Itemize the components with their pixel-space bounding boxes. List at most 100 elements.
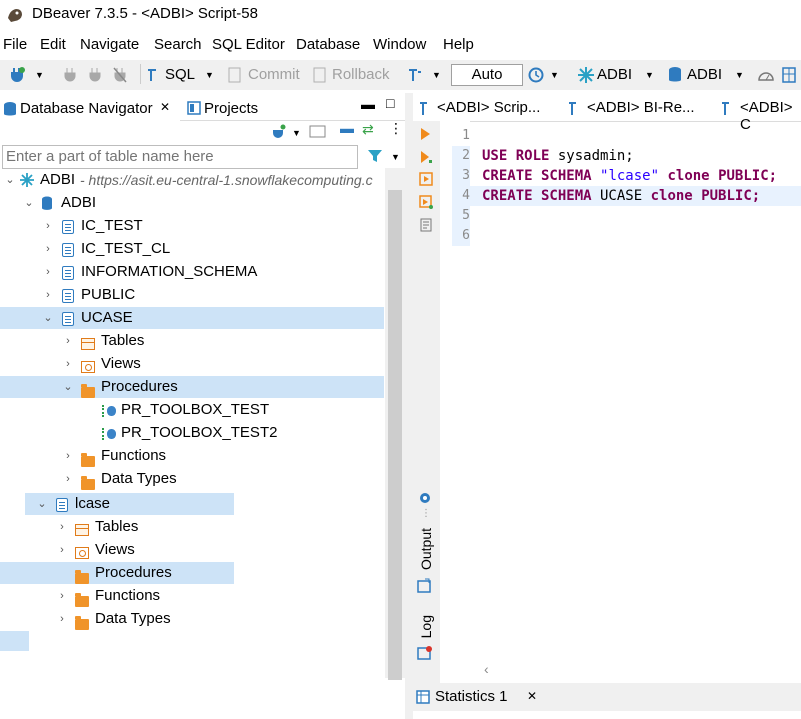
folder-link-icon[interactable] [309, 124, 327, 139]
view-menu-icon[interactable]: ⋮ [389, 120, 403, 137]
tree-folder-data-types[interactable]: › Data Types [0, 468, 384, 490]
chevron-down-icon[interactable]: ▼ [735, 70, 744, 80]
menu-help[interactable]: Help [443, 36, 474, 53]
scroll-left-icon[interactable]: ‹ [484, 661, 489, 677]
sql-editor-icon[interactable] [146, 67, 160, 83]
tree-schema[interactable]: › INFORMATION_SCHEMA [0, 261, 384, 283]
menu-navigate[interactable]: Navigate [80, 36, 139, 53]
tree-db-adbi[interactable]: ⌄ ADBI [0, 192, 384, 214]
code-line-3[interactable]: CREATE SCHEMA "lcase" clone PUBLIC; [482, 168, 777, 184]
code-line-4[interactable]: CREATE SCHEMA UCASE clone PUBLIC; [482, 188, 760, 204]
chevron-down-icon[interactable]: ▼ [550, 70, 559, 80]
chevron-down-icon[interactable]: ⌄ [42, 307, 54, 329]
chevron-right-icon[interactable]: › [56, 608, 68, 630]
chevron-down-icon[interactable]: ▼ [205, 70, 214, 80]
chevron-down-icon[interactable]: ⌄ [23, 192, 35, 214]
rollback-button[interactable]: Rollback [332, 66, 390, 83]
link-editor-icon[interactable]: ⇄ [362, 121, 374, 138]
menu-sql-editor[interactable]: SQL Editor [212, 36, 285, 53]
chevron-down-icon[interactable]: ⌄ [62, 376, 74, 398]
execute-script-new-tab-icon[interactable] [419, 195, 433, 209]
tree-folder-functions[interactable]: › Functions [0, 585, 384, 607]
tree-folder-procedures[interactable]: Procedures [0, 562, 234, 584]
tree-root-adbi[interactable]: ⌄ ADBI - https://asit.eu-central-1.snowf… [0, 169, 384, 191]
dashboard-icon[interactable] [757, 67, 775, 83]
tree-schema[interactable]: › IC_TEST [0, 215, 384, 237]
chevron-right-icon[interactable]: › [62, 330, 74, 352]
log-tab[interactable]: Log [418, 615, 434, 638]
gear-icon[interactable] [417, 490, 433, 506]
table-filter-box[interactable] [2, 145, 358, 169]
chevron-down-icon[interactable]: ⌄ [4, 169, 16, 191]
panel-divider[interactable] [405, 93, 413, 719]
datasource-icon[interactable] [577, 66, 595, 84]
explain-plan-icon[interactable] [419, 218, 433, 232]
tree-procedure[interactable]: PR_TOOLBOX_TEST [0, 399, 384, 421]
collapse-all-icon[interactable]: ▬ [340, 120, 354, 136]
chevron-down-icon[interactable]: ⌄ [36, 493, 48, 515]
new-connection-icon[interactable] [270, 124, 286, 140]
chevron-right-icon[interactable]: › [56, 585, 68, 607]
chevron-right-icon[interactable]: › [42, 284, 54, 306]
editor-hscrollbar[interactable]: ‹ [480, 660, 801, 680]
chevron-down-icon[interactable]: ▼ [391, 152, 400, 162]
transaction-mode-icon[interactable] [407, 67, 423, 83]
editor-tab-bi-report[interactable]: <ADBI> BI-Re... [587, 99, 695, 116]
chevron-right-icon[interactable]: › [62, 353, 74, 375]
invalidate-icon[interactable] [112, 66, 128, 84]
editor-tab-other[interactable]: <ADBI> C [740, 99, 801, 133]
schema-selector[interactable]: ADBI [687, 66, 722, 83]
chevron-down-icon[interactable]: ▼ [645, 70, 654, 80]
auto-commit-field[interactable]: Auto [451, 64, 523, 86]
rollback-icon[interactable] [313, 67, 327, 83]
execute-statement-icon[interactable] [419, 127, 431, 141]
tree-schema[interactable]: › PUBLIC [0, 284, 384, 306]
tree-schema-ucase[interactable]: ⌄ UCASE [0, 307, 384, 329]
tree-folder-tables[interactable]: › Tables [0, 330, 384, 352]
tree-procedure[interactable]: PR_TOOLBOX_TEST2 [0, 422, 384, 444]
tree-folder-views[interactable]: › Views [0, 539, 384, 561]
close-icon[interactable]: ✕ [160, 100, 170, 114]
scrollbar-thumb[interactable] [388, 190, 402, 680]
chevron-right-icon[interactable]: › [42, 238, 54, 260]
output-tab[interactable]: Output [418, 528, 434, 570]
commit-button[interactable]: Commit [248, 66, 300, 83]
close-icon[interactable]: ✕ [527, 689, 537, 703]
chevron-right-icon[interactable]: › [62, 445, 74, 467]
tree-folder-data-types[interactable]: › Data Types [0, 608, 384, 630]
tree-schema-lcase[interactable]: ⌄ lcase [25, 493, 234, 515]
tree-folder-procedures[interactable]: ⌄ Procedures [0, 376, 384, 398]
menu-edit[interactable]: Edit [40, 36, 66, 53]
tab-statistics[interactable]: Statistics 1 [435, 688, 508, 705]
new-connection-icon[interactable] [8, 66, 26, 84]
connect-icon[interactable] [62, 66, 78, 84]
tree-folder-functions[interactable]: › Functions [0, 445, 384, 467]
table-filter-input[interactable] [3, 146, 349, 166]
menu-database[interactable]: Database [296, 36, 360, 53]
tree-folder-views[interactable]: › Views [0, 353, 384, 375]
chevron-down-icon[interactable]: ▼ [35, 70, 44, 80]
execute-script-icon[interactable] [419, 172, 433, 186]
editor-tab-script[interactable]: <ADBI> Scrip... [437, 99, 540, 116]
code-line-2[interactable]: USE ROLE sysadmin; [482, 148, 634, 164]
tree-schema[interactable]: › IC_TEST_CL [0, 238, 384, 260]
tree-folder-tables[interactable]: › Tables [0, 516, 384, 538]
datasource-selector[interactable]: ADBI [597, 66, 632, 83]
tab-projects[interactable]: Projects [204, 100, 258, 117]
menu-window[interactable]: Window [373, 36, 426, 53]
chevron-right-icon[interactable]: › [56, 539, 68, 561]
chevron-down-icon[interactable]: ▼ [432, 70, 441, 80]
chevron-down-icon[interactable]: ▼ [292, 128, 301, 138]
filter-icon[interactable] [367, 148, 383, 164]
sql-button[interactable]: SQL [165, 66, 195, 83]
chevron-right-icon[interactable]: › [62, 468, 74, 490]
chevron-right-icon[interactable]: › [42, 261, 54, 283]
menu-search[interactable]: Search [154, 36, 202, 53]
commit-icon[interactable] [228, 67, 242, 83]
grid-icon[interactable] [781, 66, 797, 84]
chevron-right-icon[interactable]: › [42, 215, 54, 237]
database-icon[interactable] [668, 66, 682, 84]
chevron-right-icon[interactable]: › [56, 516, 68, 538]
tab-database-navigator[interactable]: Database Navigator ✕ [0, 95, 180, 121]
history-icon[interactable] [527, 66, 545, 84]
